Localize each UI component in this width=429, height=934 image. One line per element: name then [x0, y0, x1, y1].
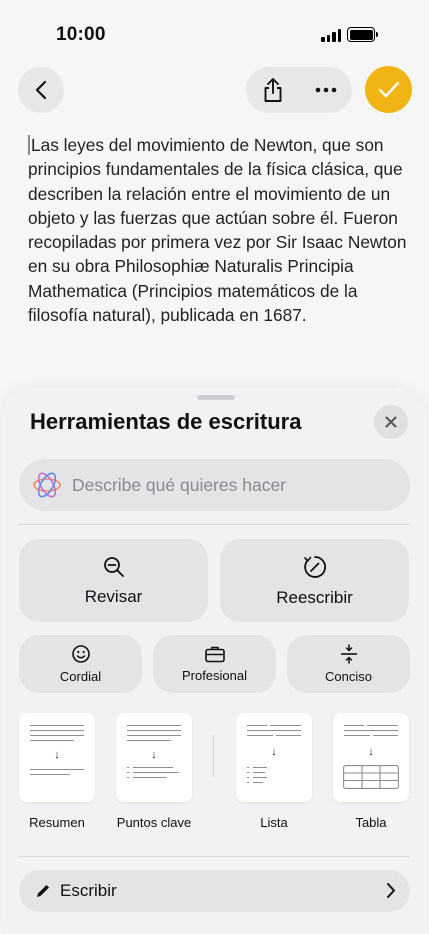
magnifier-minus-icon: [103, 556, 124, 577]
status-time: 10:00: [56, 24, 106, 45]
arrow-down-icon: ↓: [368, 746, 374, 758]
cellular-signal-icon: [321, 29, 341, 42]
tabla-thumbnail: ↓: [333, 713, 409, 802]
format-separator: [213, 735, 214, 777]
writing-tools-sheet: Herramientas de escritura Revisar Reescr…: [2, 388, 427, 934]
more-button[interactable]: [299, 67, 352, 113]
rewrite-circle-icon: [303, 555, 326, 578]
revisar-button[interactable]: Revisar: [19, 539, 208, 622]
share-button[interactable]: [246, 67, 299, 113]
done-button[interactable]: [365, 66, 412, 113]
chevron-left-icon: [35, 80, 47, 100]
back-button[interactable]: [18, 67, 64, 113]
apple-intelligence-icon: [33, 472, 61, 498]
puntos-clave-thumbnail: ↓: [116, 713, 192, 802]
checkmark-icon: [378, 81, 399, 97]
chevron-right-icon: [387, 883, 395, 898]
ellipsis-icon: [315, 87, 336, 93]
reescribir-button[interactable]: Reescribir: [220, 539, 409, 622]
battery-icon: [347, 27, 378, 42]
smiley-icon: [71, 645, 90, 663]
lista-thumbnail: ↓: [236, 713, 312, 802]
conciso-label: Conciso: [325, 669, 372, 684]
tabla-option[interactable]: ↓ Tabla: [332, 713, 410, 831]
share-icon: [264, 78, 281, 102]
puntos-clave-option[interactable]: ↓ Puntos clave: [115, 713, 193, 831]
document-body[interactable]: Las leyes del movimiento de Newton, que …: [28, 133, 408, 327]
resumen-thumbnail: ↓: [19, 713, 95, 802]
lista-label: Lista: [260, 815, 288, 830]
prompt-input[interactable]: [72, 474, 392, 496]
resumen-label: Resumen: [29, 815, 85, 830]
conciso-button[interactable]: Conciso: [287, 635, 410, 693]
reescribir-label: Reescribir: [276, 587, 353, 607]
profesional-label: Profesional: [181, 668, 248, 683]
lista-option[interactable]: ↓ Lista: [235, 713, 313, 831]
escribir-label: Escribir: [60, 881, 117, 900]
status-bar: 10:00: [0, 0, 429, 62]
briefcase-icon: [204, 646, 225, 663]
divider: [19, 524, 410, 525]
close-button[interactable]: [374, 405, 408, 439]
divider: [19, 856, 410, 857]
text-cursor: [28, 135, 30, 155]
pencil-icon: [37, 885, 49, 897]
prompt-field[interactable]: [19, 459, 410, 511]
profesional-button[interactable]: Profesional: [153, 635, 276, 693]
document-text: Las leyes del movimiento de Newton, que …: [28, 135, 407, 326]
arrow-down-icon: ↓: [271, 746, 277, 758]
sheet-grabber[interactable]: [197, 395, 235, 400]
cordial-label: Cordial: [59, 669, 102, 684]
arrow-down-icon: ↓: [151, 749, 157, 761]
puntos-clave-label: Puntos clave: [116, 815, 192, 830]
compress-icon: [340, 644, 357, 664]
actions-pill: [246, 67, 352, 113]
escribir-button[interactable]: Escribir: [19, 870, 410, 912]
revisar-label: Revisar: [84, 586, 143, 606]
arrow-down-icon: ↓: [54, 749, 60, 761]
cordial-button[interactable]: Cordial: [19, 635, 142, 693]
resumen-option[interactable]: ↓ Resumen: [18, 713, 96, 831]
sheet-title: Herramientas de escritura: [30, 409, 302, 434]
close-icon: [385, 416, 397, 428]
table-grid-icon: [343, 765, 399, 789]
tabla-label: Tabla: [355, 815, 387, 830]
